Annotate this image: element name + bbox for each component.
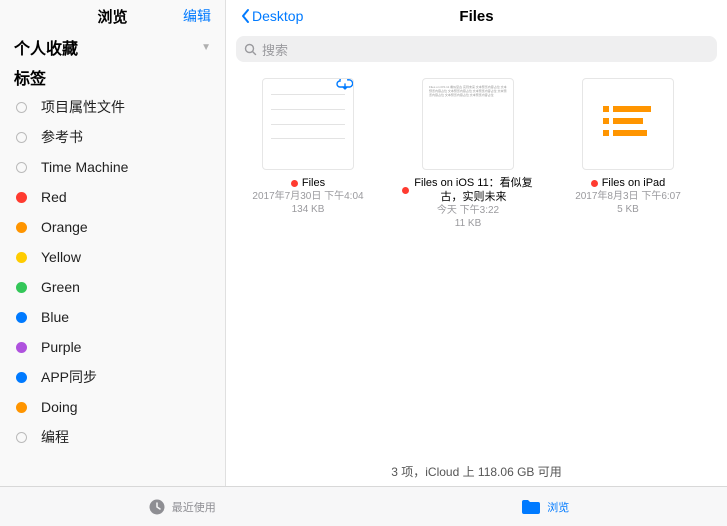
tag-label: Red xyxy=(41,189,67,205)
file-name: Files xyxy=(302,176,325,190)
chevron-left-icon xyxy=(240,8,252,24)
file-date: 今天 下午3:22 xyxy=(402,204,534,217)
main-pane: Desktop Files 搜索 Files2017年7月30日 下午4:041… xyxy=(226,0,727,486)
tag-dot-icon xyxy=(16,132,27,143)
tags-list: 项目属性文件参考书 Time Machine Red Orange Yellow Gree… xyxy=(0,92,225,452)
sidebar-header: 浏览 编辑 xyxy=(0,0,225,32)
tab-recent-label: 最近使用 xyxy=(172,499,216,515)
section-favorites-label: 个人收藏 xyxy=(14,35,78,59)
section-tags-label: 标签 xyxy=(14,65,46,89)
tab-browse-label: 浏览 xyxy=(547,499,569,515)
tag-label: Orange xyxy=(41,219,88,235)
sidebar-tag-item[interactable]: APP同步 xyxy=(0,362,225,392)
file-name-row: Files on iPad xyxy=(562,176,694,190)
tag-dot-icon xyxy=(291,180,298,187)
back-button[interactable]: Desktop xyxy=(240,8,303,24)
sidebar-tag-item[interactable]: 参考书 xyxy=(0,122,225,152)
tag-dot-icon xyxy=(16,102,27,113)
tag-label: APP同步 xyxy=(41,367,97,387)
file-date: 2017年7月30日 下午4:04 xyxy=(242,190,374,203)
section-favorites[interactable]: 个人收藏 ▼ xyxy=(0,32,225,62)
file-item[interactable]: Files on iOS 11 看似复古 实则未来 文本预览内容占位 文本预览内… xyxy=(402,78,534,230)
tab-browse[interactable]: 浏览 xyxy=(364,487,727,526)
sidebar-tag-item[interactable]: Doing xyxy=(0,392,225,422)
tag-dot-icon xyxy=(16,432,27,443)
sidebar: 浏览 编辑 个人收藏 ▼ 标签 项目属性文件参考书 Time Machine Red… xyxy=(0,0,226,486)
tag-dot-icon xyxy=(16,342,27,353)
tag-dot-icon xyxy=(16,252,27,263)
section-tags[interactable]: 标签 xyxy=(0,62,225,92)
footer-status: 3 项，iCloud 上 118.06 GB 可用 xyxy=(226,463,727,480)
sidebar-tag-item[interactable]: Orange xyxy=(0,212,225,242)
file-size: 11 KB xyxy=(402,217,534,230)
file-name-row: Files xyxy=(242,176,374,190)
tag-dot-icon xyxy=(591,180,598,187)
sidebar-tag-item[interactable]: Time Machine xyxy=(0,152,225,182)
file-date: 2017年8月3日 下午6:07 xyxy=(562,190,694,203)
tag-dot-icon xyxy=(16,222,27,233)
file-thumbnail xyxy=(582,78,674,170)
search-input[interactable]: 搜索 xyxy=(236,36,717,62)
list-icon xyxy=(603,104,653,144)
tag-label: 项目属性文件 xyxy=(41,97,125,117)
bottom-tabbar: 最近使用 浏览 xyxy=(0,486,727,526)
tag-dot-icon xyxy=(16,312,27,323)
page-title: Files xyxy=(459,8,493,25)
tag-label: 编程 xyxy=(41,427,69,447)
tag-label: Purple xyxy=(41,339,81,355)
sidebar-tag-item[interactable]: Green xyxy=(0,272,225,302)
search-icon xyxy=(244,43,257,56)
files-grid: Files2017年7月30日 下午4:04134 KB Files on iOS… xyxy=(226,70,727,238)
tag-dot-icon xyxy=(16,282,27,293)
sidebar-tag-item[interactable]: Red xyxy=(0,182,225,212)
back-label: Desktop xyxy=(252,8,303,24)
tag-label: Doing xyxy=(41,399,78,415)
sidebar-title: 浏览 xyxy=(97,6,127,27)
search-placeholder: 搜索 xyxy=(262,40,288,59)
tag-label: Green xyxy=(41,279,80,295)
tag-dot-icon xyxy=(16,372,27,383)
file-item[interactable]: Files on iPad2017年8月3日 下午6:075 KB xyxy=(562,78,694,230)
sidebar-tag-item[interactable]: 编程 xyxy=(0,422,225,452)
tag-dot-icon xyxy=(16,162,27,173)
file-name: Files on iOS 11：看似复古，实则未来 xyxy=(413,176,534,204)
folder-icon xyxy=(521,499,541,515)
file-item[interactable]: Files2017年7月30日 下午4:04134 KB xyxy=(242,78,374,230)
chevron-down-icon: ▼ xyxy=(201,42,211,53)
file-size: 5 KB xyxy=(562,203,694,216)
tag-label: Blue xyxy=(41,309,69,325)
file-name-row: Files on iOS 11：看似复古，实则未来 xyxy=(402,176,534,204)
tag-label: Yellow xyxy=(41,249,81,265)
file-thumbnail xyxy=(262,78,354,170)
clock-icon xyxy=(148,498,166,516)
edit-button[interactable]: 编辑 xyxy=(183,6,211,26)
cloud-download-icon xyxy=(335,78,354,98)
tag-dot-icon xyxy=(16,402,27,413)
tag-label: 参考书 xyxy=(41,127,83,147)
file-size: 134 KB xyxy=(242,203,374,216)
file-thumbnail: Files on iOS 11 看似复古 实则未来 文本预览内容占位 文本预览内… xyxy=(422,78,514,170)
sidebar-tag-item[interactable]: Blue xyxy=(0,302,225,332)
tag-dot-icon xyxy=(16,192,27,203)
file-name: Files on iPad xyxy=(602,176,666,190)
sidebar-tag-item[interactable]: Yellow xyxy=(0,242,225,272)
sidebar-tag-item[interactable]: Purple xyxy=(0,332,225,362)
main-nav: Desktop Files xyxy=(226,0,727,32)
tab-recent[interactable]: 最近使用 xyxy=(0,487,364,526)
sidebar-tag-item[interactable]: 项目属性文件 xyxy=(0,92,225,122)
tag-label: Time Machine xyxy=(41,159,128,175)
tag-dot-icon xyxy=(402,187,409,194)
